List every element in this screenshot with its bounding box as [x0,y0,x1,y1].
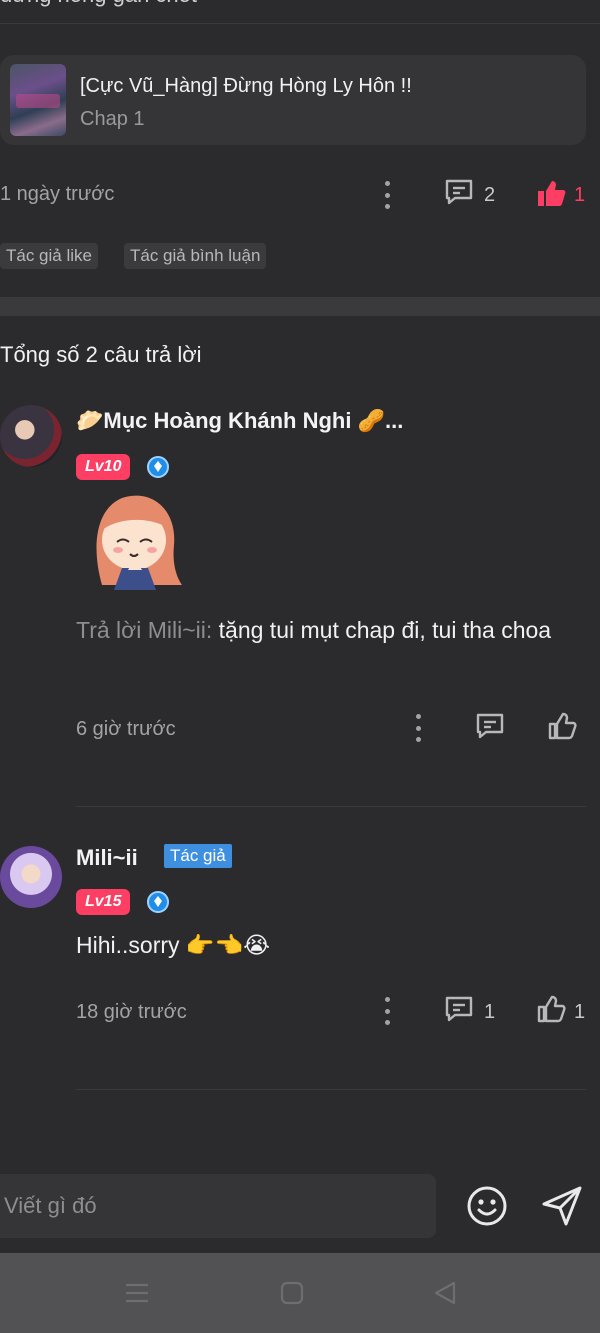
avatar[interactable] [0,846,62,908]
chapter-card[interactable] [0,55,586,145]
replies-header: Tổng số 2 câu trả lời [0,342,202,367]
like-count: 1 [574,184,586,206]
divider [76,1089,586,1090]
previous-text-cutoff: đừng hóng gấn chốt [0,0,600,24]
username[interactable]: Mili~ii [76,845,138,871]
tag-author-comment: Tác giả bình luận [124,243,267,269]
author-badge: Tác giả [164,844,232,868]
level-badge: Lv15 [76,889,131,915]
divider [0,23,600,24]
reply-body: tặng tui mụt chap đi, tui tha choa [212,617,552,643]
username[interactable]: 🥟Mục Hoàng Khánh Nghi 🥜... [76,408,403,434]
verified-shield-icon [147,456,169,478]
like-icon[interactable] [536,994,566,1024]
send-icon[interactable] [540,1184,584,1228]
home-icon[interactable] [280,1281,304,1305]
like-count: 1 [574,1001,586,1023]
back-icon[interactable] [432,1281,458,1305]
level-badge: Lv10 [76,454,131,480]
section-separator [0,297,600,316]
chapter-subtitle: Chap 1 [80,108,145,130]
more-icon[interactable] [415,714,421,742]
input-placeholder: Viết gì đó [4,1193,97,1218]
like-icon[interactable] [547,711,577,741]
reply-prefix[interactable]: Trả lời Mili~ii: [76,617,212,643]
menu-icon[interactable] [124,1281,150,1305]
more-icon[interactable] [384,997,390,1025]
comment-icon[interactable] [444,178,474,206]
emoji-icon[interactable] [465,1184,509,1228]
sticker-girl-image [96,495,182,590]
comment-icon[interactable] [475,712,505,740]
comment-input[interactable]: Viết gì đó [0,1174,436,1238]
reply-time: 6 giờ trước [76,718,176,740]
like-icon[interactable] [536,178,566,208]
comment-time: 1 ngày trước [0,183,115,205]
chapter-title: [Cực Vũ_Hàng] Đừng Hòng Ly Hôn !! [80,75,412,97]
chapter-thumbnail [10,64,66,136]
more-icon[interactable] [384,181,390,209]
comment-icon[interactable] [444,995,474,1023]
reply-count: 1 [484,1001,496,1023]
reply-count: 2 [484,184,496,206]
verified-shield-icon [147,891,169,913]
reply-body: Hihi..sorry 👉👈😭 [76,932,271,958]
reply-text: Trả lời Mili~ii: tặng tui mụt chap đi, t… [76,612,576,649]
divider [76,806,586,807]
avatar[interactable] [0,405,62,467]
tag-author-like: Tác giả like [0,243,98,269]
reply-time: 18 giờ trước [76,1001,187,1023]
